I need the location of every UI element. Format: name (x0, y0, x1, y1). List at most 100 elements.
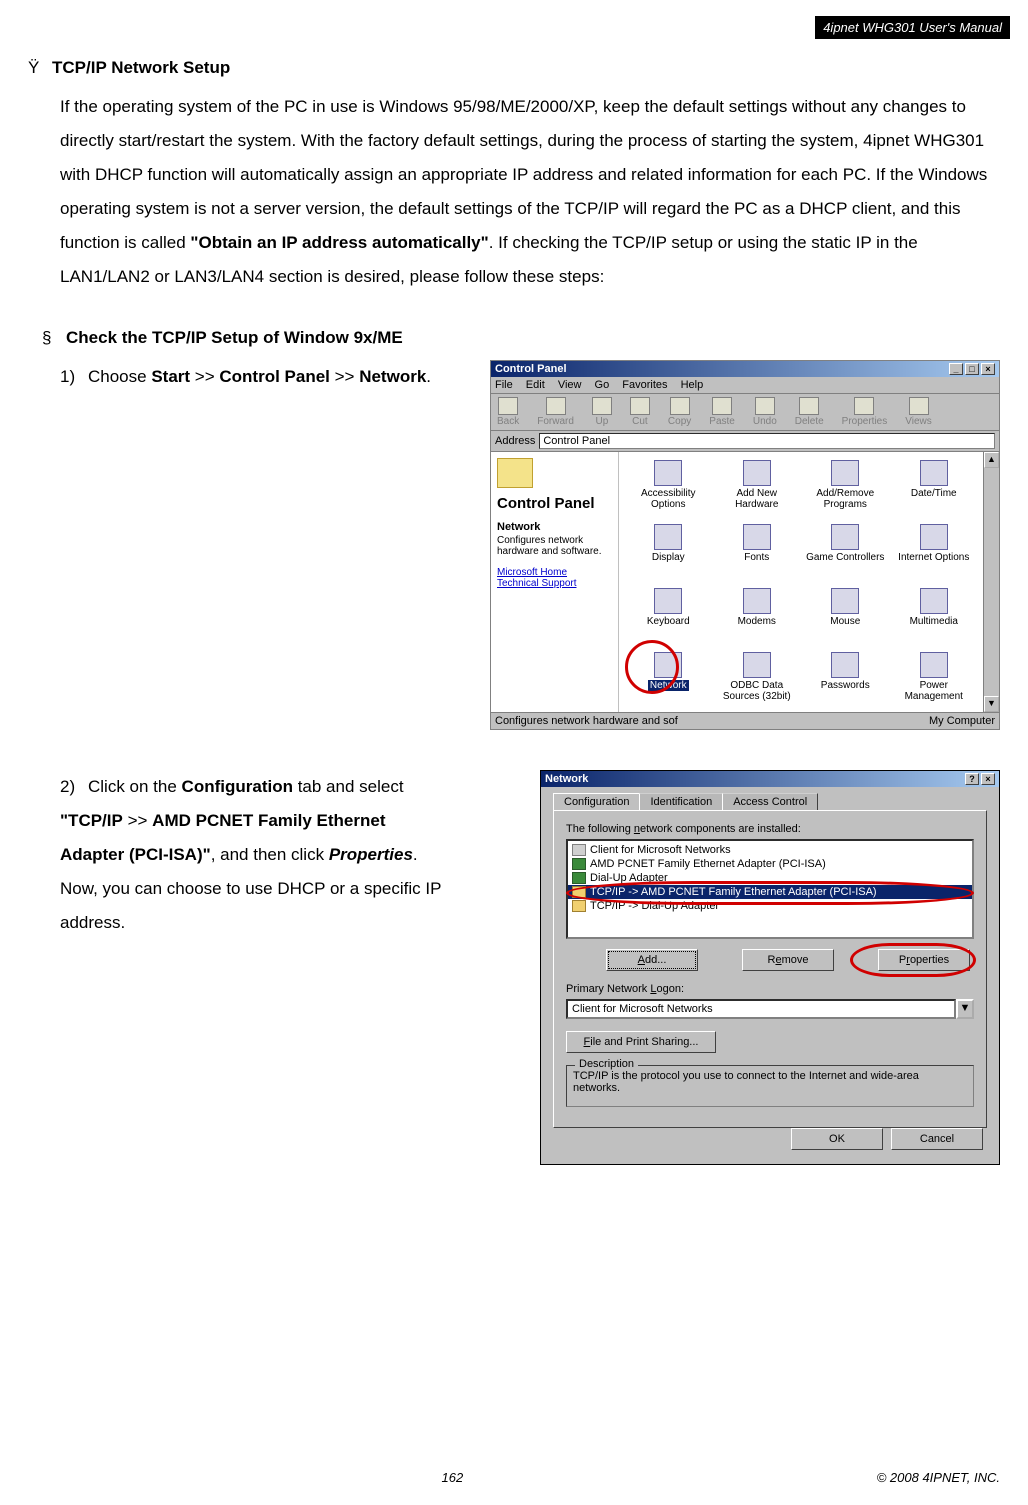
scroll-down-icon[interactable]: ▼ (984, 696, 999, 712)
tb-delete[interactable]: Delete (795, 397, 824, 427)
tb-copy[interactable]: Copy (668, 397, 691, 427)
icon-modems[interactable]: Modems (714, 588, 801, 650)
network-dialog: Network ? × Configuration Identification… (540, 770, 1000, 1165)
component-buttons: Add... Remove Properties (570, 949, 970, 971)
menu-view[interactable]: View (558, 379, 582, 391)
adapter-icon (572, 858, 586, 870)
cp-statusbar: Configures network hardware and sof My C… (491, 712, 999, 729)
maximize-button[interactable]: □ (965, 363, 979, 375)
tb-views[interactable]: Views (905, 397, 932, 427)
logon-dropdown[interactable]: Client for Microsoft Networks ▼ (566, 999, 974, 1019)
tb-cut[interactable]: Cut (630, 397, 650, 427)
addr-field[interactable]: Control Panel (539, 433, 995, 449)
menu-edit[interactable]: Edit (526, 379, 545, 391)
close-button[interactable]: × (981, 363, 995, 375)
menu-go[interactable]: Go (595, 379, 610, 391)
components-listbox[interactable]: Client for Microsoft Networks AMD PCNET … (566, 839, 974, 939)
icon-fonts[interactable]: Fonts (714, 524, 801, 586)
addr-label: Address (495, 435, 535, 447)
dropdown-arrow-icon[interactable]: ▼ (956, 999, 974, 1019)
file-print-sharing-button[interactable]: File and Print Sharing... (566, 1031, 716, 1053)
cp-scrollbar[interactable]: ▲ ▼ (983, 452, 999, 712)
client-icon (572, 844, 586, 856)
icon-passwords[interactable]: Passwords (802, 652, 889, 712)
tab-access-control[interactable]: Access Control (722, 793, 818, 810)
icon-datetime[interactable]: Date/Time (891, 460, 978, 522)
properties-button[interactable]: Properties (878, 949, 970, 971)
logon-value: Client for Microsoft Networks (566, 999, 956, 1019)
net-title-text: Network (545, 773, 588, 785)
icon-display[interactable]: Display (625, 524, 712, 586)
tb-properties[interactable]: Properties (842, 397, 888, 427)
list-item[interactable]: AMD PCNET Family Ethernet Adapter (PCI-I… (568, 857, 972, 871)
remove-button[interactable]: Remove (742, 949, 834, 971)
icon-network[interactable]: Network (625, 652, 712, 712)
tab-configuration[interactable]: Configuration (553, 793, 640, 810)
adapter-icon (572, 872, 586, 884)
net-footer: OK Cancel (553, 1128, 987, 1154)
tb-undo[interactable]: Undo (753, 397, 777, 427)
icon-add-remove[interactable]: Add/Remove Programs (802, 460, 889, 522)
link-tech-support[interactable]: Technical Support (497, 578, 612, 589)
cp-title-text: Control Panel (495, 363, 567, 375)
intro-paragraph: If the operating system of the PC in use… (60, 90, 1000, 294)
ok-button[interactable]: OK (791, 1128, 883, 1150)
step2-num: 2) (60, 770, 88, 804)
scroll-up-icon[interactable]: ▲ (984, 452, 999, 468)
cp-body: Control Panel Network Configures network… (491, 452, 999, 712)
cancel-button[interactable]: Cancel (891, 1128, 983, 1150)
cp-title-buttons: _ □ × (949, 363, 995, 375)
intro-pre: If the operating system of the PC in use… (60, 97, 987, 252)
tab-panel: The following network components are ins… (553, 810, 987, 1128)
icon-internet[interactable]: Internet Options (891, 524, 978, 586)
control-panel-window: Control Panel _ □ × File Edit View Go Fa… (490, 360, 1000, 730)
desc-legend: Description (575, 1058, 638, 1070)
close-button[interactable]: × (981, 773, 995, 785)
list-item[interactable]: TCP/IP -> Dial-Up Adapter (568, 899, 972, 913)
icon-odbc[interactable]: ODBC Data Sources (32bit) (714, 652, 801, 712)
status-left: Configures network hardware and sof (495, 715, 678, 727)
tb-back[interactable]: Back (497, 397, 519, 427)
icon-game[interactable]: Game Controllers (802, 524, 889, 586)
menu-favorites[interactable]: Favorites (622, 379, 667, 391)
help-button[interactable]: ? (965, 773, 979, 785)
cp-side-text: Configures network hardware and software… (497, 535, 612, 557)
icon-accessibility[interactable]: Accessibility Options (625, 460, 712, 522)
list-item[interactable]: Client for Microsoft Networks (568, 843, 972, 857)
cp-side-title: Control Panel (497, 496, 612, 513)
tb-forward[interactable]: Forward (537, 397, 574, 427)
subsection-title-text: Check the TCP/IP Setup of Window 9x/ME (66, 328, 403, 347)
tb-paste[interactable]: Paste (709, 397, 735, 427)
page-footer: 162 © 2008 4IPNET, INC. (0, 1470, 1028, 1485)
menu-help[interactable]: Help (681, 379, 704, 391)
icon-keyboard[interactable]: Keyboard (625, 588, 712, 650)
link-ms-home[interactable]: Microsoft Home (497, 567, 612, 578)
folder-icon (497, 458, 533, 488)
protocol-icon (572, 900, 586, 912)
section-title: ŸTCP/IP Network Setup (28, 58, 1000, 78)
list-item-selected[interactable]: TCP/IP -> AMD PCNET Family Ethernet Adap… (568, 885, 972, 899)
minimize-button[interactable]: _ (949, 363, 963, 375)
net-titlebar: Network ? × (541, 771, 999, 787)
icon-mouse[interactable]: Mouse (802, 588, 889, 650)
icon-add-hardware[interactable]: Add New Hardware (714, 460, 801, 522)
header-badge: 4ipnet WHG301 User's Manual (815, 16, 1010, 39)
tb-up[interactable]: Up (592, 397, 612, 427)
cp-side-sub: Network (497, 521, 612, 533)
page-content: ŸTCP/IP Network Setup If the operating s… (0, 0, 1028, 1165)
cp-icon-grid: Accessibility Options Add New Hardware A… (619, 452, 983, 712)
menu-file[interactable]: File (495, 379, 513, 391)
net-tabs: Configuration Identification Access Cont… (553, 793, 987, 810)
copyright: © 2008 4IPNET, INC. (877, 1470, 1000, 1485)
tab-identification[interactable]: Identification (639, 793, 723, 810)
icon-multimedia[interactable]: Multimedia (891, 588, 978, 650)
sub-bullet-icon: § (42, 328, 66, 348)
cp-addressbar: Address Control Panel (491, 431, 999, 452)
cp-toolbar: Back Forward Up Cut Copy Paste Undo Dele… (491, 394, 999, 431)
list-item[interactable]: Dial-Up Adapter (568, 871, 972, 885)
add-button[interactable]: Add... (606, 949, 698, 971)
section-title-text: TCP/IP Network Setup (52, 58, 230, 77)
icon-power[interactable]: Power Management (891, 652, 978, 712)
desc-text: TCP/IP is the protocol you use to connec… (573, 1070, 919, 1094)
protocol-icon (572, 886, 586, 898)
